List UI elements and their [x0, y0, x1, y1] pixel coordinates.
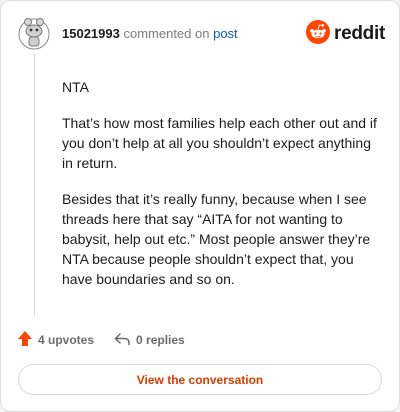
post-link[interactable]: post	[213, 26, 238, 41]
reddit-brand[interactable]: reddit	[306, 19, 385, 49]
thread-line	[34, 53, 35, 316]
comment-actions: 4 upvotes 0 replies	[17, 331, 185, 349]
reply-arrow-icon	[114, 332, 131, 349]
comment-body: NTA That’s how most families help each o…	[62, 77, 378, 305]
reply-button[interactable]: 0 replies	[114, 332, 185, 349]
brand-wordmark: reddit	[334, 23, 385, 44]
reply-count: 0 replies	[136, 333, 185, 347]
action-text: commented on	[123, 26, 210, 41]
comment-header: 15021993 commented on post reddit	[17, 15, 385, 51]
upvote-arrow-icon	[17, 330, 33, 350]
upvote-count: 4 upvotes	[38, 333, 95, 347]
snoo-avatar-icon[interactable]	[17, 15, 51, 51]
reddit-logo-icon	[306, 19, 331, 49]
comment-paragraph: NTA	[62, 79, 89, 95]
comment-paragraph: Besides that it’s really funny, because …	[62, 191, 371, 287]
comment-meta: 15021993 commented on post	[62, 26, 238, 42]
embedded-comment-card: 15021993 commented on post reddit NTA Th…	[0, 0, 400, 412]
upvote-button[interactable]: 4 upvotes	[17, 330, 94, 350]
comment-paragraph: That’s how most families help each other…	[62, 115, 377, 171]
view-conversation-button[interactable]: View the conversation	[18, 364, 382, 395]
username[interactable]: 15021993	[62, 26, 120, 41]
